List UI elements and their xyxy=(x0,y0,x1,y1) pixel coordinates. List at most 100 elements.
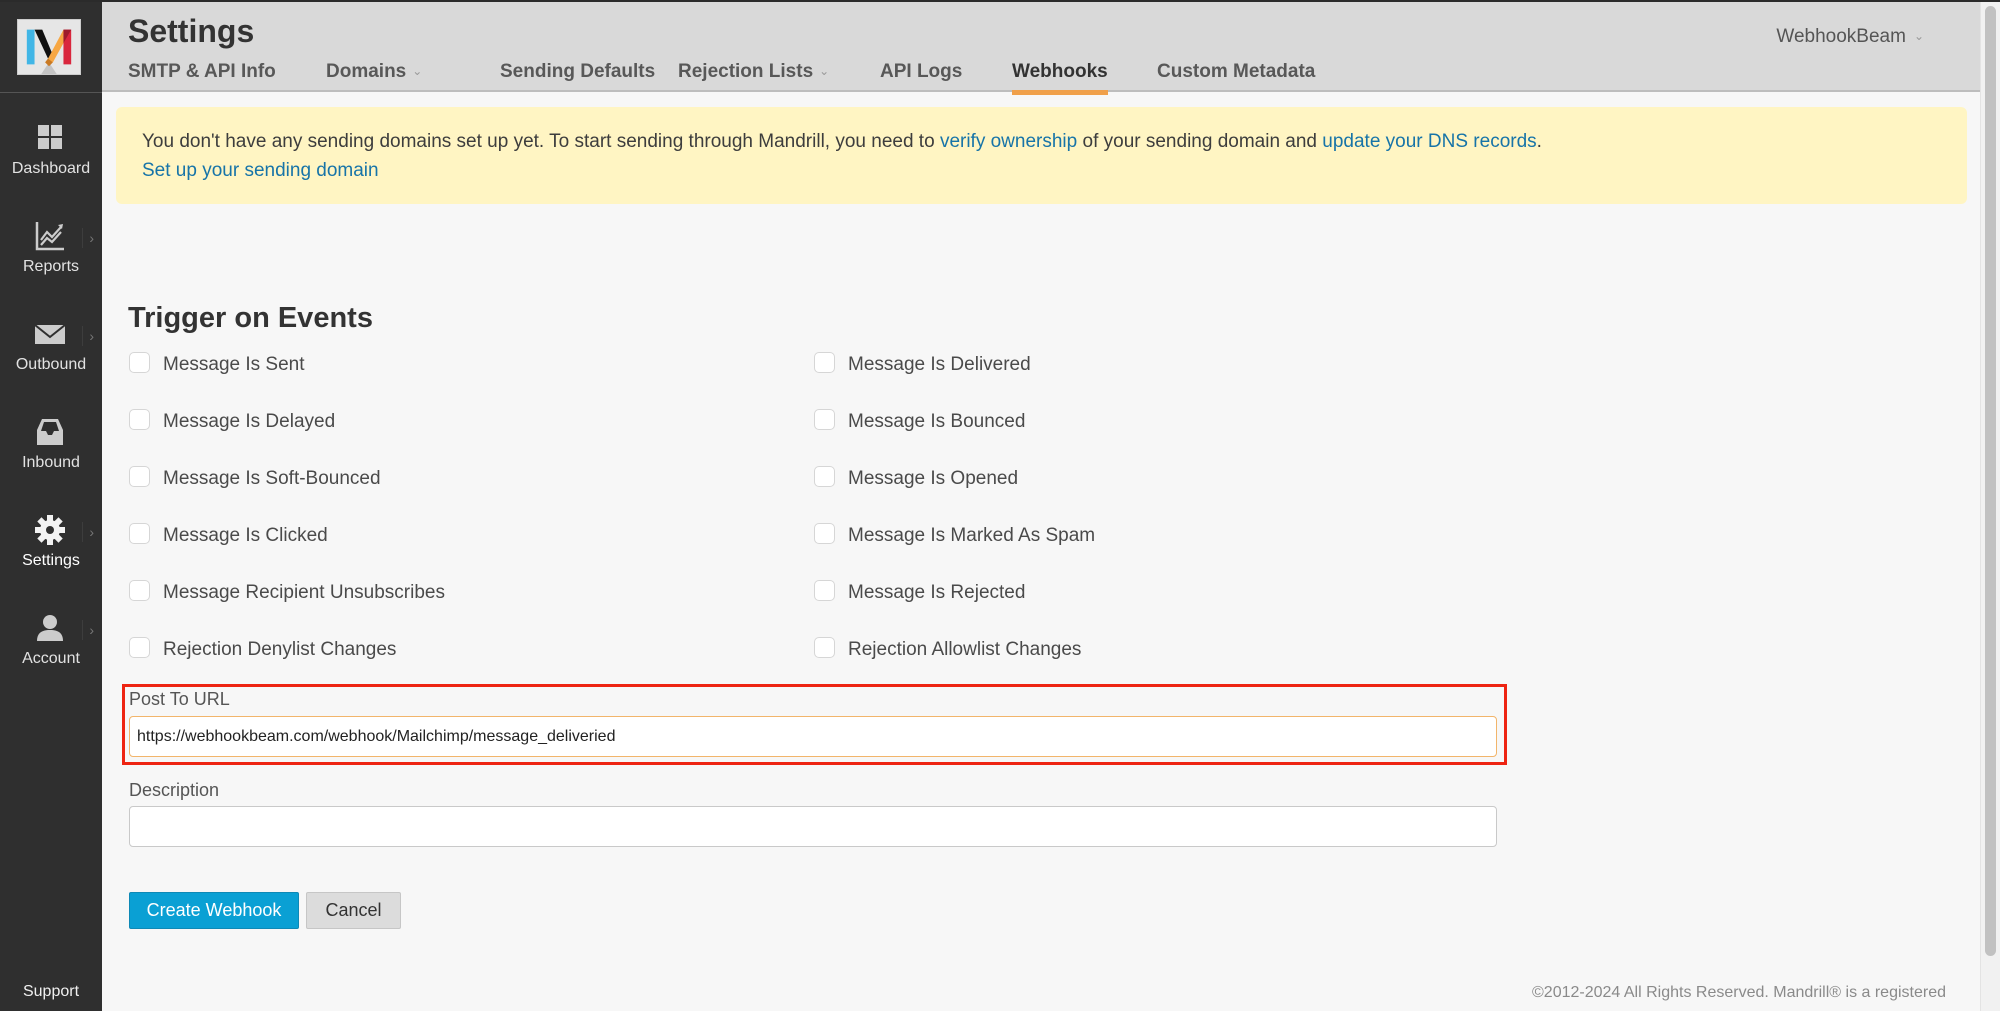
sidebar-item-account[interactable]: Account › xyxy=(0,612,102,692)
sidebar-item-label: Outbound xyxy=(15,356,87,373)
event-checkbox[interactable] xyxy=(129,465,150,487)
window-top-edge xyxy=(0,0,2000,2)
url-label: Post To URL xyxy=(129,689,230,709)
event-checkbox[interactable] xyxy=(129,408,150,430)
tab-label: Rejection Lists xyxy=(678,61,814,82)
sidebar-item-dashboard[interactable]: Dashboard xyxy=(0,122,102,202)
footer-copyright: ©2012-2024 All Rights Reserved. Mandrill… xyxy=(1532,984,1946,1001)
mandrill-logo-icon xyxy=(18,20,80,74)
tab-rejection-lists[interactable]: Rejection Lists ⌄ xyxy=(678,61,829,83)
event-label: Message Is Marked As Spam xyxy=(848,525,1096,546)
tab-label: Sending Defaults xyxy=(500,61,656,82)
sidebar-item-label: Account xyxy=(22,650,80,667)
sidebar: Dashboard Reports › Outbound › Inbound S… xyxy=(0,0,102,1011)
event-label: Rejection Denylist Changes xyxy=(163,639,397,660)
page-header: Settings SMTP & API Info Domains ⌄ Sendin… xyxy=(102,2,1980,95)
event-option[interactable]: Message Is Bounced xyxy=(814,408,1026,435)
tab-sending-defaults[interactable]: Sending Defaults xyxy=(500,61,655,83)
event-option[interactable]: Message Recipient Unsubscribes xyxy=(129,579,445,606)
tab-smtp-api-info[interactable]: SMTP & API Info xyxy=(128,61,276,83)
event-checkbox[interactable] xyxy=(814,636,835,658)
no-domains-alert: You don't have any sending domains set u… xyxy=(116,107,1967,204)
event-checkbox[interactable] xyxy=(814,579,835,601)
event-option[interactable]: Message Is Clicked xyxy=(129,522,328,549)
chevron-down-icon: ⌄ xyxy=(412,64,423,78)
event-label: Message Is Sent xyxy=(163,354,305,375)
section-title: Trigger on Events xyxy=(128,302,373,334)
event-checkbox[interactable] xyxy=(129,522,150,544)
tab-label: SMTP & API Info xyxy=(128,61,276,82)
event-label: Message Recipient Unsubscribes xyxy=(163,582,445,603)
chevron-down-icon: ⌄ xyxy=(819,64,830,78)
event-option[interactable]: Message Is Opened xyxy=(814,465,1018,492)
chevron-down-icon: ⌄ xyxy=(1913,29,1924,43)
user-icon xyxy=(34,612,66,644)
event-option[interactable]: Message Is Delayed xyxy=(129,408,336,435)
sidebar-item-label: Dashboard xyxy=(11,160,91,177)
event-label: Message Is Clicked xyxy=(163,525,328,546)
create-webhook-button[interactable]: Create Webhook xyxy=(129,892,299,929)
description-input[interactable] xyxy=(129,806,1497,847)
event-checkbox[interactable] xyxy=(129,579,150,601)
event-label: Message Is Soft-Bounced xyxy=(163,468,381,489)
event-checkbox[interactable] xyxy=(814,408,835,430)
tab-domains[interactable]: Domains ⌄ xyxy=(326,61,422,83)
alert-text: of your sending domain and xyxy=(1077,131,1323,152)
alert-text: . xyxy=(1536,131,1542,152)
set-up-domain-link[interactable]: Set up your sending domain xyxy=(142,160,379,181)
page-title: Settings xyxy=(128,13,255,49)
event-option[interactable]: Rejection Allowlist Changes xyxy=(814,636,1082,663)
alert-text: You don't have any sending domains set u… xyxy=(142,131,940,152)
event-option[interactable]: Message Is Delivered xyxy=(814,351,1031,378)
tab-webhooks[interactable]: Webhooks xyxy=(1012,61,1108,95)
tab-custom-metadata[interactable]: Custom Metadata xyxy=(1157,61,1315,83)
event-option[interactable]: Message Is Soft-Bounced xyxy=(129,465,381,492)
chevron-right-icon[interactable]: › xyxy=(82,228,94,248)
event-option[interactable]: Message Is Sent xyxy=(129,351,305,378)
event-checkbox[interactable] xyxy=(129,636,150,658)
support-link[interactable]: Support xyxy=(0,983,102,1001)
sidebar-item-label: Reports xyxy=(22,258,80,275)
event-checkbox[interactable] xyxy=(814,522,835,544)
cancel-button[interactable]: Cancel xyxy=(306,892,401,929)
user-menu[interactable]: WebhookBeam ⌄ xyxy=(1776,26,1924,48)
event-label: Message Is Bounced xyxy=(848,411,1026,432)
event-label: Rejection Allowlist Changes xyxy=(848,639,1082,660)
grid-icon xyxy=(34,122,66,154)
chevron-right-icon[interactable]: › xyxy=(82,522,94,542)
inbox-icon xyxy=(34,416,66,448)
sidebar-item-label: Settings xyxy=(22,552,80,569)
event-label: Message Is Delayed xyxy=(163,411,336,432)
vertical-scrollbar[interactable] xyxy=(1980,2,2000,1011)
event-checkbox[interactable] xyxy=(129,351,150,373)
mandrill-logo[interactable] xyxy=(17,19,81,75)
tab-label: Custom Metadata xyxy=(1157,61,1316,82)
chevron-right-icon[interactable]: › xyxy=(82,326,94,346)
update-dns-link[interactable]: update your DNS records xyxy=(1322,131,1536,152)
sidebar-item-reports[interactable]: Reports › xyxy=(0,220,102,300)
event-option[interactable]: Message Is Marked As Spam xyxy=(814,522,1096,549)
tab-api-logs[interactable]: API Logs xyxy=(880,61,962,83)
description-label: Description xyxy=(129,780,220,800)
sidebar-item-label: Inbound xyxy=(22,454,80,471)
post-to-url-input[interactable] xyxy=(129,716,1497,757)
tab-label: Domains xyxy=(326,61,407,82)
tab-label: API Logs xyxy=(880,61,963,82)
account-name: WebhookBeam xyxy=(1776,26,1906,47)
chevron-right-icon[interactable]: › xyxy=(82,620,94,640)
logo-divider xyxy=(0,92,102,93)
tab-label: Webhooks xyxy=(1012,61,1108,82)
sidebar-item-outbound[interactable]: Outbound › xyxy=(0,318,102,398)
scrollbar-thumb[interactable] xyxy=(1985,6,1996,956)
event-option[interactable]: Rejection Denylist Changes xyxy=(129,636,397,663)
sidebar-item-settings[interactable]: Settings › xyxy=(0,514,102,594)
event-checkbox[interactable] xyxy=(814,351,835,373)
event-option[interactable]: Message Is Rejected xyxy=(814,579,1026,606)
event-checkbox[interactable] xyxy=(814,465,835,487)
sidebar-item-inbound[interactable]: Inbound xyxy=(0,416,102,496)
gear-icon xyxy=(34,514,66,546)
event-label: Message Is Rejected xyxy=(848,582,1026,603)
verify-ownership-link[interactable]: verify ownership xyxy=(940,131,1077,152)
envelope-icon xyxy=(34,318,66,350)
chart-icon xyxy=(34,220,66,252)
